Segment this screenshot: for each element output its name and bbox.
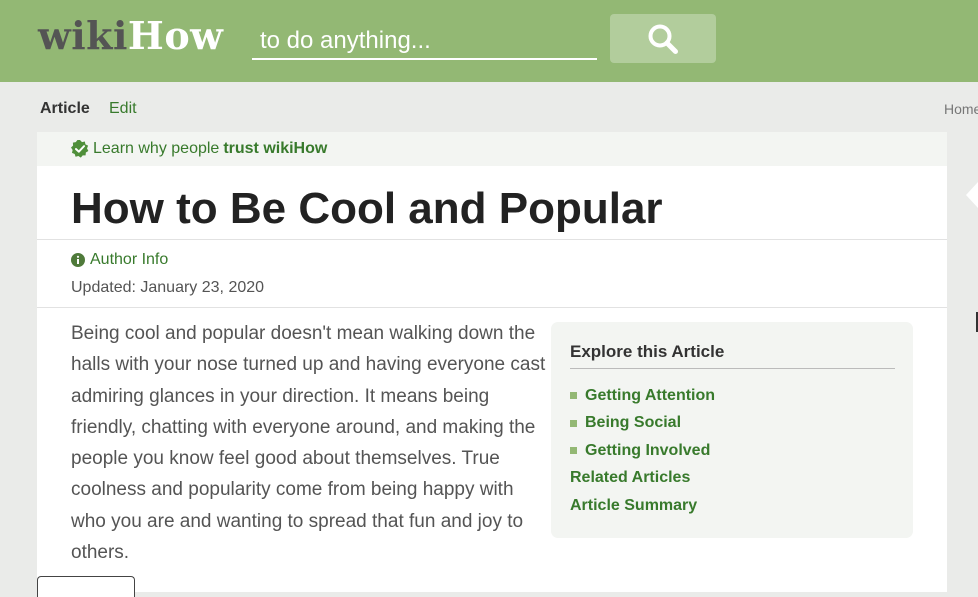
- author-info-label: Author Info: [90, 251, 169, 268]
- author-info-link[interactable]: Author Info: [71, 251, 168, 269]
- breadcrumb-home[interactable]: Home: [944, 101, 978, 117]
- toc-title: Explore this Article: [570, 342, 725, 361]
- toc-item-label: Related Articles: [570, 469, 691, 487]
- media-tab[interactable]: [37, 576, 135, 597]
- tab-article[interactable]: Article: [40, 100, 90, 118]
- toc-divider: [570, 368, 895, 369]
- toc-item-related-articles[interactable]: Related Articles: [570, 465, 715, 493]
- logo-how: How: [127, 13, 224, 58]
- toc-item-label: Being Social: [585, 414, 682, 432]
- toc-item-label: Article Summary: [570, 496, 698, 514]
- sidebar-notch: [966, 182, 978, 208]
- article-container: Learn why people trust wikiHow How to Be…: [37, 132, 947, 597]
- logo-wiki: wiki: [38, 13, 128, 58]
- toc-item-label: Getting Involved: [585, 441, 711, 459]
- info-icon: [71, 253, 85, 267]
- verified-check-icon: [71, 140, 89, 158]
- divider: [37, 239, 947, 240]
- explore-article-box: Explore this Article Getting Attention B…: [551, 322, 913, 538]
- divider: [37, 307, 947, 308]
- toc-item-article-summary[interactable]: Article Summary: [570, 492, 715, 520]
- wikihow-logo[interactable]: wikiHow: [38, 12, 223, 60]
- site-header: wikiHow: [0, 0, 978, 82]
- tab-edit[interactable]: Edit: [109, 100, 137, 118]
- toc-item-getting-involved[interactable]: Getting Involved: [570, 437, 715, 465]
- article-intro: Being cool and popular doesn't mean walk…: [71, 323, 546, 564]
- updated-date: Updated: January 23, 2020: [71, 279, 265, 296]
- square-bullet-icon: [570, 392, 577, 400]
- trust-link[interactable]: Learn why people trust wikiHow: [71, 140, 327, 158]
- search-button[interactable]: [610, 14, 716, 63]
- article-tabbar: Article Edit Home: [0, 92, 978, 126]
- search-input[interactable]: [260, 26, 590, 56]
- trust-strong: trust wikiHow: [223, 140, 328, 157]
- trust-banner: Learn why people trust wikiHow: [37, 132, 947, 166]
- toc-item-label: Getting Attention: [585, 386, 716, 404]
- toc-item-being-social[interactable]: Being Social: [570, 410, 715, 438]
- trust-prefix: Learn why people: [93, 140, 220, 157]
- square-bullet-icon: [570, 419, 577, 427]
- page-title: How to Be Cool and Popular: [71, 184, 663, 233]
- toc-list: Getting Attention Being Social Getting I…: [570, 382, 715, 520]
- toc-item-getting-attention[interactable]: Getting Attention: [570, 382, 715, 410]
- search-field: [252, 22, 597, 60]
- search-icon: [648, 24, 678, 54]
- square-bullet-icon: [570, 447, 577, 455]
